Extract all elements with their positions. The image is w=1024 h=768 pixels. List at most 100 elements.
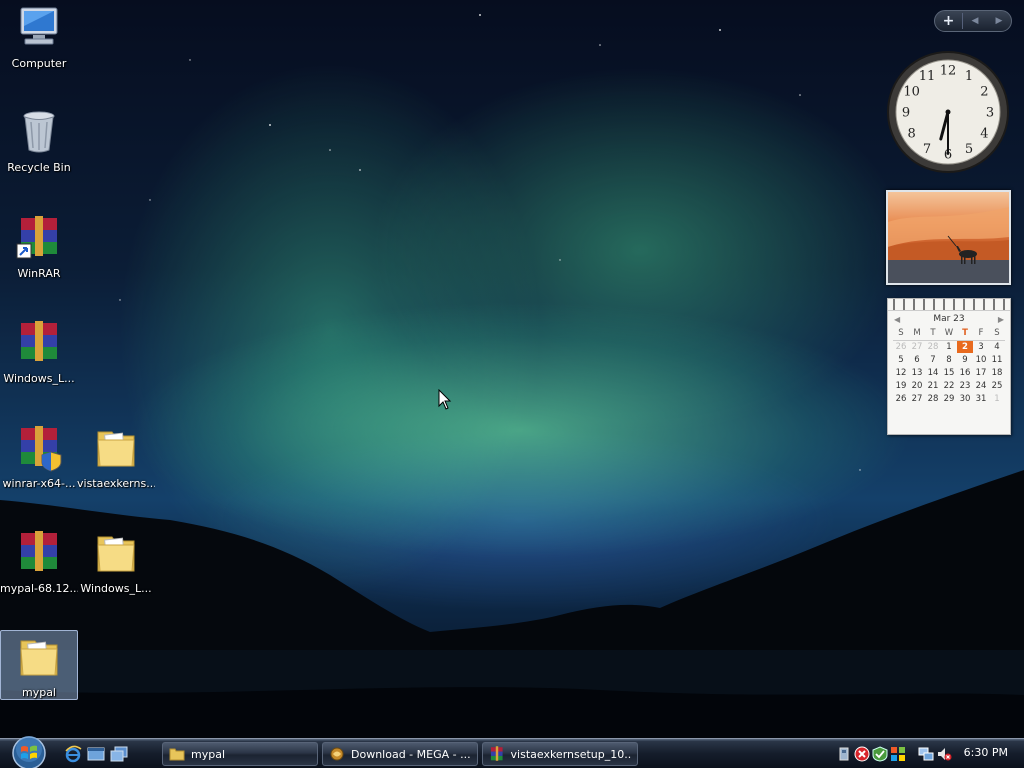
desktop-icon-windows-l-archive[interactable]: Windows_L... [0, 317, 78, 387]
winrar-icon [16, 216, 57, 259]
calendar-day[interactable]: 30 [957, 392, 973, 405]
calendar-day[interactable]: 1 [941, 340, 957, 353]
desktop-icon-mypal-archive[interactable]: mypal-68.12... [0, 527, 78, 597]
calendar-day[interactable]: 5 [893, 353, 909, 366]
clock-number: 7 [923, 142, 931, 157]
start-button[interactable] [8, 735, 50, 768]
clock-number: 4 [980, 127, 988, 142]
winrar-icon [490, 746, 503, 761]
network-icon[interactable] [918, 746, 934, 762]
taskbar-button-mega-download[interactable]: Download - MEGA - ... [322, 742, 478, 766]
clock-number: 1 [965, 69, 973, 84]
calendar-day[interactable]: 7 [925, 353, 941, 366]
calendar-day[interactable]: 11 [989, 353, 1005, 366]
desktop-icon-computer[interactable]: Computer [0, 2, 78, 72]
desktop-icon-winrar[interactable]: WinRAR [0, 212, 78, 282]
add-gadget-button[interactable]: + [935, 13, 963, 29]
calendar-day[interactable]: 23 [957, 379, 973, 392]
previous-month-icon[interactable]: ◀ [894, 315, 900, 324]
calendar-day[interactable]: 14 [925, 366, 941, 379]
desktop-icon-recycle-bin[interactable]: Recycle Bin [0, 106, 78, 176]
calendar-day[interactable]: 27 [909, 392, 925, 405]
calendar-day[interactable]: 17 [973, 366, 989, 379]
taskbar-button-mypal[interactable]: mypal [162, 742, 318, 766]
calendar-day[interactable]: 24 [973, 379, 989, 392]
rar-archive-icon [21, 321, 57, 361]
folder-icon [97, 536, 135, 572]
taskbar: mypal Download - MEGA - ... vistaexkerns… [0, 735, 1024, 768]
icon-label: Recycle Bin [7, 161, 71, 174]
recycle-bin-icon [23, 111, 55, 153]
calendar-day[interactable]: 16 [957, 366, 973, 379]
mypal-browser-icon [330, 747, 344, 761]
calendar-weekday: T [957, 327, 973, 341]
icon-label: mypal-68.12... [0, 582, 78, 595]
calendar-day[interactable]: 9 [957, 353, 973, 366]
icon-label: WinRAR [17, 267, 61, 280]
volume-muted-icon[interactable] [936, 746, 952, 762]
calendar-day[interactable]: 3 [973, 340, 989, 353]
calendar-day[interactable]: 15 [941, 366, 957, 379]
taskbar-clock[interactable]: 6:30 PM [964, 746, 1008, 759]
calendar-day[interactable]: 13 [909, 366, 925, 379]
wallpaper-landscape [0, 14, 1024, 738]
calendar-day[interactable]: 21 [925, 379, 941, 392]
calendar-day[interactable]: 27 [909, 340, 925, 353]
calendar-weekday: S [893, 327, 909, 341]
desktop-icon-vistaexkerns-folder[interactable]: vistaexkerns... [77, 422, 155, 492]
next-page-icon[interactable]: ▶ [987, 16, 1011, 26]
calendar-day[interactable]: 1 [989, 392, 1005, 405]
desert-oryx-photo [888, 207, 1009, 283]
calendar-day[interactable]: 28 [925, 392, 941, 405]
desktop-icon-mypal-folder[interactable]: mypal [0, 630, 78, 700]
clock-number: 5 [965, 142, 973, 157]
calendar-day[interactable]: 19 [893, 379, 909, 392]
calendar-weekday: M [909, 327, 925, 341]
calendar-day[interactable]: 29 [941, 392, 957, 405]
calendar-day[interactable]: 10 [973, 353, 989, 366]
sidebar-controls: + ◀ ▶ [934, 10, 1012, 32]
calendar-day[interactable]: 28 [925, 340, 941, 353]
slideshow-gadget[interactable] [886, 190, 1011, 285]
calendar-day[interactable]: 2 [957, 340, 973, 353]
calendar-day[interactable]: 25 [989, 379, 1005, 392]
clock-gadget[interactable]: 12 1234567891011 [886, 50, 1010, 174]
calendar-day[interactable]: 22 [941, 379, 957, 392]
desktop-icon-windows-l-folder[interactable]: Windows_L... [77, 527, 155, 597]
calendar-weekday: T [925, 327, 941, 341]
clock-number: 11 [919, 69, 936, 84]
calendar-rings [888, 299, 1010, 311]
clock-number: 8 [907, 127, 915, 142]
calendar-gadget[interactable]: ◀ Mar 23 ▶ SMTWTFS 26 27 28 1 2 3 4 5 6 7 8 9 10 11 12… [887, 298, 1011, 435]
folder-icon [169, 748, 185, 761]
clock-number: 10 [903, 85, 920, 100]
internet-explorer-icon[interactable] [64, 745, 82, 763]
calendar-day[interactable]: 26 [893, 392, 909, 405]
calendar-month-label: Mar 23 [933, 314, 965, 324]
rar-archive-icon [21, 531, 57, 571]
taskbar-button-vistaexkernsetup[interactable]: vistaexkernsetup_10... [482, 742, 638, 766]
calendar-day[interactable]: 20 [909, 379, 925, 392]
calendar-day[interactable]: 4 [989, 340, 1005, 353]
calendar-day[interactable]: 12 [893, 366, 909, 379]
calendar-day[interactable]: 6 [909, 353, 925, 366]
icon-label: Windows_L... [3, 372, 75, 385]
usb-device-icon[interactable] [836, 746, 852, 762]
clock-number: 9 [902, 106, 910, 121]
calendar-day[interactable]: 26 [893, 340, 909, 353]
calendar-day[interactable]: 31 [973, 392, 989, 405]
desktop-icon-winrar-installer[interactable]: winrar-x64-... [0, 422, 78, 492]
next-month-icon[interactable]: ▶ [998, 315, 1004, 324]
clock-number: 12 [940, 64, 957, 79]
icon-label: Computer [11, 57, 67, 70]
show-desktop-icon[interactable] [87, 745, 105, 763]
clock-number: 2 [980, 85, 988, 100]
calendar-weekday: S [989, 327, 1005, 341]
switch-windows-icon[interactable] [110, 745, 128, 763]
calendar-day[interactable]: 8 [941, 353, 957, 366]
windows-security-flag-icon[interactable] [890, 746, 906, 762]
calendar-day[interactable]: 18 [989, 366, 1005, 379]
previous-page-icon[interactable]: ◀ [963, 16, 987, 26]
windows-defender-icon[interactable] [872, 746, 888, 762]
security-alert-icon[interactable] [854, 746, 870, 762]
